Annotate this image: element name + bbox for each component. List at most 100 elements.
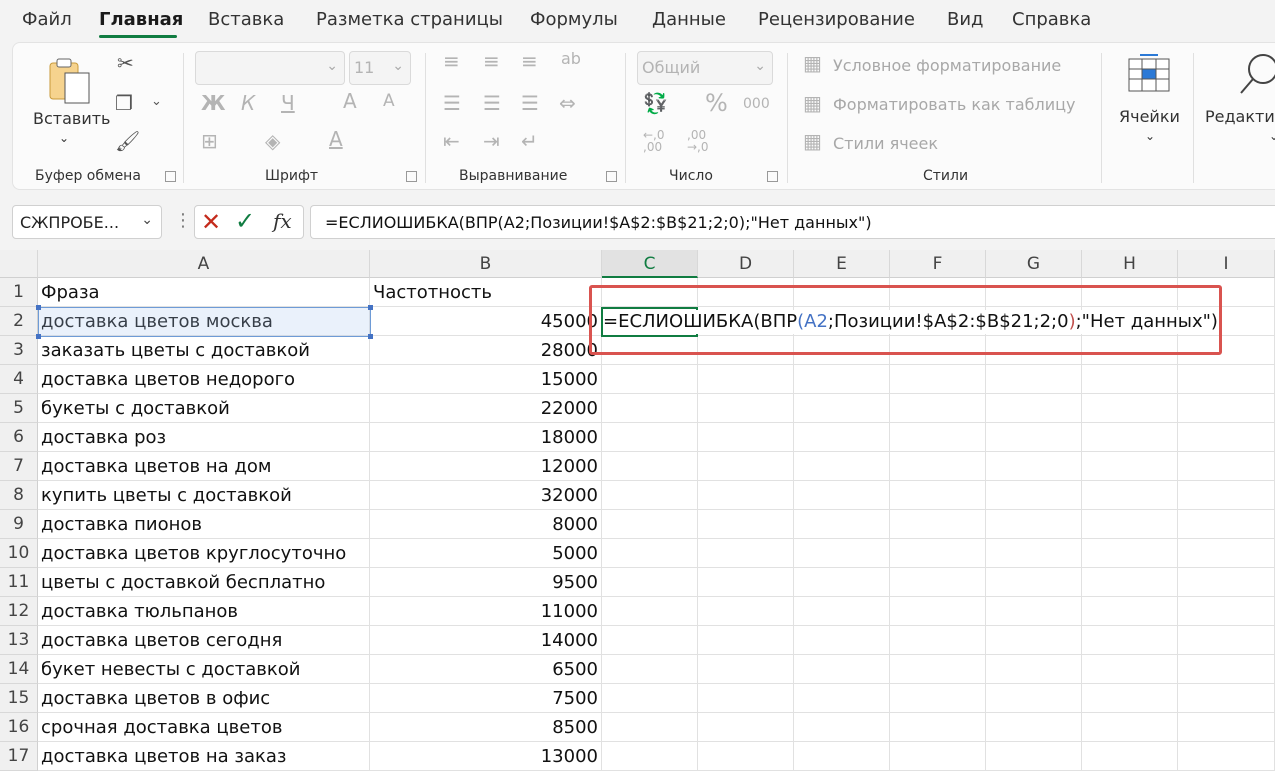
header-cell-phrase[interactable]: Фраза	[38, 278, 370, 307]
cell-empty[interactable]	[986, 452, 1082, 481]
cell-empty[interactable]	[1178, 742, 1275, 771]
cell-frequency[interactable]: 7500	[370, 684, 602, 713]
cell-phrase[interactable]: доставка пионов	[38, 510, 370, 539]
cell-phrase[interactable]: доставка цветов на дом	[38, 452, 370, 481]
copy-icon[interactable]: ❐	[115, 93, 133, 113]
cell-frequency[interactable]: 28000	[370, 336, 602, 365]
cell-empty[interactable]	[794, 394, 890, 423]
cell-empty[interactable]	[1082, 655, 1178, 684]
conditional-format-button[interactable]: Условное форматирование	[833, 56, 1061, 75]
editing-button[interactable]: Редактир ⌄	[1203, 49, 1275, 159]
cell-frequency[interactable]: 8500	[370, 713, 602, 742]
cell-empty[interactable]	[890, 742, 986, 771]
cell-empty[interactable]	[890, 423, 986, 452]
cell-frequency[interactable]: 32000	[370, 481, 602, 510]
cell-empty[interactable]	[986, 655, 1082, 684]
cell-frequency[interactable]: 22000	[370, 394, 602, 423]
cell-empty[interactable]	[890, 655, 986, 684]
column-header[interactable]: E	[794, 250, 890, 278]
cell-frequency[interactable]: 9500	[370, 568, 602, 597]
cell-empty[interactable]	[986, 568, 1082, 597]
cell-empty[interactable]	[1082, 394, 1178, 423]
cell-empty[interactable]	[890, 713, 986, 742]
cell-empty[interactable]	[890, 626, 986, 655]
cell-empty[interactable]	[794, 742, 890, 771]
cell-empty[interactable]	[602, 365, 698, 394]
font-name-select[interactable]: ⌄	[195, 51, 345, 85]
cell-empty[interactable]	[986, 365, 1082, 394]
cell-empty[interactable]	[602, 568, 698, 597]
cell-frequency[interactable]: 11000	[370, 597, 602, 626]
name-box[interactable]: СЖПРОБЕ... ⌄	[12, 205, 162, 239]
decrease-indent-icon[interactable]: ⇤	[443, 131, 460, 151]
cell-frequency[interactable]: 14000	[370, 626, 602, 655]
cell-empty[interactable]	[986, 597, 1082, 626]
cell-empty[interactable]	[1082, 481, 1178, 510]
cell-empty[interactable]	[602, 452, 698, 481]
cell-empty[interactable]	[602, 713, 698, 742]
increase-indent-icon[interactable]: ⇥	[483, 131, 500, 151]
row-header[interactable]: 1	[0, 278, 38, 307]
cell-empty[interactable]	[698, 423, 794, 452]
row-header[interactable]: 6	[0, 423, 38, 452]
select-all-corner[interactable]	[0, 250, 38, 278]
orientation-icon[interactable]: ab	[561, 51, 581, 67]
thousands-button[interactable]: 000	[743, 97, 770, 111]
cell-empty[interactable]	[1178, 481, 1275, 510]
cell-empty[interactable]	[890, 452, 986, 481]
row-header[interactable]: 11	[0, 568, 38, 597]
cell-empty[interactable]	[1082, 626, 1178, 655]
menu-review[interactable]: Рецензирование	[758, 9, 915, 30]
cell-empty[interactable]	[1178, 626, 1275, 655]
align-top-icon[interactable]: ≡	[443, 51, 460, 71]
cell-empty[interactable]	[602, 684, 698, 713]
cell-frequency[interactable]: 13000	[370, 742, 602, 771]
cell-phrase[interactable]: букеты с доставкой	[38, 394, 370, 423]
menu-view[interactable]: Вид	[947, 9, 984, 30]
cell-empty[interactable]	[986, 742, 1082, 771]
cell-empty[interactable]	[794, 452, 890, 481]
row-header[interactable]: 5	[0, 394, 38, 423]
column-header[interactable]: D	[698, 250, 794, 278]
cell-empty[interactable]	[698, 481, 794, 510]
italic-button[interactable]: К	[241, 93, 255, 113]
cell-empty[interactable]	[1082, 365, 1178, 394]
column-header[interactable]: F	[890, 250, 986, 278]
cell-empty[interactable]	[986, 394, 1082, 423]
dialog-launcher-icon[interactable]	[606, 171, 617, 182]
cell-phrase[interactable]: доставка цветов в офис	[38, 684, 370, 713]
column-header[interactable]: C	[602, 250, 698, 278]
paste-button[interactable]: Вставить ⌄	[27, 53, 110, 153]
decrease-decimal-button[interactable]: ,00 →,0	[687, 129, 709, 153]
cell-phrase[interactable]: доставка тюльпанов	[38, 597, 370, 626]
cell-empty[interactable]	[794, 365, 890, 394]
cell-empty[interactable]	[1178, 423, 1275, 452]
menu-file[interactable]: Файл	[22, 9, 72, 30]
cell-empty[interactable]	[1178, 539, 1275, 568]
format-painter-icon[interactable]: 🖌	[115, 131, 140, 151]
cell-frequency[interactable]: 45000	[370, 307, 602, 336]
cell-empty[interactable]	[698, 742, 794, 771]
menu-formulas[interactable]: Формулы	[530, 9, 618, 30]
cell-empty[interactable]	[698, 510, 794, 539]
cell-empty[interactable]	[986, 684, 1082, 713]
cell-empty[interactable]	[1178, 713, 1275, 742]
cell-empty[interactable]	[1178, 510, 1275, 539]
cut-icon[interactable]: ✂	[117, 53, 134, 73]
cell-empty[interactable]	[1178, 568, 1275, 597]
cell-empty[interactable]	[1178, 452, 1275, 481]
column-header[interactable]: B	[370, 250, 602, 278]
cell-empty[interactable]	[794, 597, 890, 626]
cell-frequency[interactable]: 15000	[370, 365, 602, 394]
row-header[interactable]: 2	[0, 307, 38, 336]
cell-empty[interactable]	[794, 684, 890, 713]
row-header[interactable]: 7	[0, 452, 38, 481]
dialog-launcher-icon[interactable]	[406, 171, 417, 182]
font-color-button[interactable]: A	[329, 129, 343, 149]
cell-empty[interactable]	[794, 423, 890, 452]
enter-icon[interactable]: ✓	[235, 207, 255, 235]
cell-empty[interactable]	[1178, 597, 1275, 626]
row-header[interactable]: 4	[0, 365, 38, 394]
underline-button[interactable]: Ч	[281, 93, 295, 113]
row-header[interactable]: 15	[0, 684, 38, 713]
